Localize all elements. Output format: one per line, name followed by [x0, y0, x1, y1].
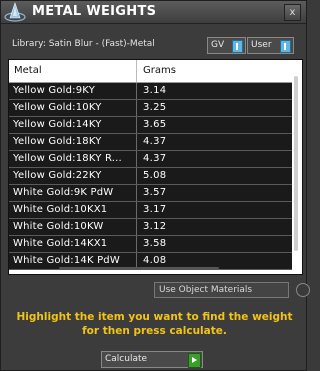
- help-text-line: Highlight the item you want to find the …: [16, 311, 293, 323]
- column-divider: [136, 83, 137, 99]
- column-divider: [136, 100, 137, 116]
- gv-toggle[interactable]: GV: [207, 37, 246, 54]
- calculate-button[interactable]: Calculate: [101, 351, 203, 368]
- metal-name: White Gold:9K PdW: [13, 187, 114, 198]
- list-header: Metal Grams: [9, 60, 292, 83]
- column-divider: [136, 219, 137, 235]
- play-icon[interactable]: [188, 353, 201, 368]
- list-rows: Yellow Gold:9KY 3.14 Yellow Gold:10KY 3.25…: [9, 83, 292, 270]
- column-divider: [136, 236, 137, 252]
- list-item[interactable]: White Gold:14KX1 3.58: [9, 236, 292, 253]
- grams-value: 3.25: [143, 102, 167, 113]
- metal-name: Yellow Gold:18KY: [13, 136, 102, 147]
- vertical-scrollbar[interactable]: [294, 76, 298, 251]
- metal-name: Yellow Gold:14KY: [13, 119, 102, 130]
- close-button[interactable]: x: [284, 4, 301, 21]
- user-toggle-label: User: [251, 40, 272, 50]
- grams-value: 4.37: [143, 136, 167, 147]
- list-item[interactable]: Yellow Gold:14KY 3.65: [9, 117, 292, 134]
- window-title: METAL WEIGHTS: [32, 4, 157, 19]
- list-item[interactable]: White Gold:9K PdW 3.57: [9, 185, 292, 202]
- app-logo-icon: [4, 2, 26, 22]
- grams-value: 4.37: [143, 153, 167, 164]
- list-item[interactable]: Yellow Gold:18KY R... 4.37: [9, 151, 292, 168]
- list-item[interactable]: White Gold:10KW 3.12: [9, 219, 292, 236]
- grams-value: 5.08: [143, 170, 167, 181]
- use-object-materials-checkbox[interactable]: [296, 283, 310, 297]
- grams-value: 3.57: [143, 187, 167, 198]
- grams-value: 4.08: [143, 255, 167, 266]
- toggle-on-icon: [280, 40, 291, 53]
- metal-list[interactable]: Metal Grams Yellow Gold:9KY 3.14 Yellow G…: [8, 59, 303, 275]
- column-divider: [136, 151, 137, 167]
- column-divider: [136, 168, 137, 184]
- column-divider: [136, 202, 137, 218]
- list-item[interactable]: Yellow Gold:22KY 5.08: [9, 168, 292, 185]
- list-item[interactable]: Yellow Gold:18KY 4.37: [9, 134, 292, 151]
- metal-name: Yellow Gold:10KY: [13, 102, 102, 113]
- grams-value: 3.14: [143, 85, 167, 96]
- metal-name: White Gold:10KW: [13, 221, 104, 232]
- column-divider[interactable]: [136, 60, 137, 82]
- grams-value: 3.12: [143, 221, 167, 232]
- metal-weights-window: METAL WEIGHTS x Library: Satin Blur - (F…: [0, 0, 310, 371]
- metal-name: White Gold:10KX1: [13, 204, 108, 215]
- user-toggle[interactable]: User: [247, 37, 294, 54]
- column-divider: [136, 134, 137, 150]
- metal-name: Yellow Gold:18KY R...: [13, 153, 122, 164]
- horizontal-scrollbar[interactable]: [59, 267, 219, 270]
- column-divider: [136, 117, 137, 133]
- use-object-materials-label: Use Object Materials: [159, 285, 253, 295]
- grams-value: 3.58: [143, 238, 167, 249]
- help-text-line: for then press calculate.: [82, 325, 227, 337]
- library-label: Library: Satin Blur - (Fast)-Metal: [12, 39, 155, 49]
- help-text: Highlight the item you want to find the …: [11, 310, 298, 338]
- metal-name: White Gold:14K PdW: [13, 255, 120, 266]
- grams-value: 3.65: [143, 119, 167, 130]
- column-divider: [136, 185, 137, 201]
- metal-name: Yellow Gold:22KY: [13, 170, 102, 181]
- metal-name: White Gold:14KX1: [13, 238, 108, 249]
- column-header-metal[interactable]: Metal: [14, 65, 42, 76]
- gv-toggle-label: GV: [211, 40, 225, 50]
- list-item[interactable]: Yellow Gold:9KY 3.14: [9, 83, 292, 100]
- grams-value: 3.17: [143, 204, 167, 215]
- use-object-materials-option[interactable]: Use Object Materials: [154, 282, 310, 298]
- metal-name: Yellow Gold:9KY: [13, 85, 95, 96]
- list-item[interactable]: White Gold:10KX1 3.17: [9, 202, 292, 219]
- toggle-on-icon: [232, 40, 243, 53]
- calculate-label: Calculate: [105, 354, 148, 364]
- column-header-grams[interactable]: Grams: [143, 65, 176, 76]
- title-bar[interactable]: METAL WEIGHTS x: [1, 1, 306, 24]
- list-item[interactable]: Yellow Gold:10KY 3.25: [9, 100, 292, 117]
